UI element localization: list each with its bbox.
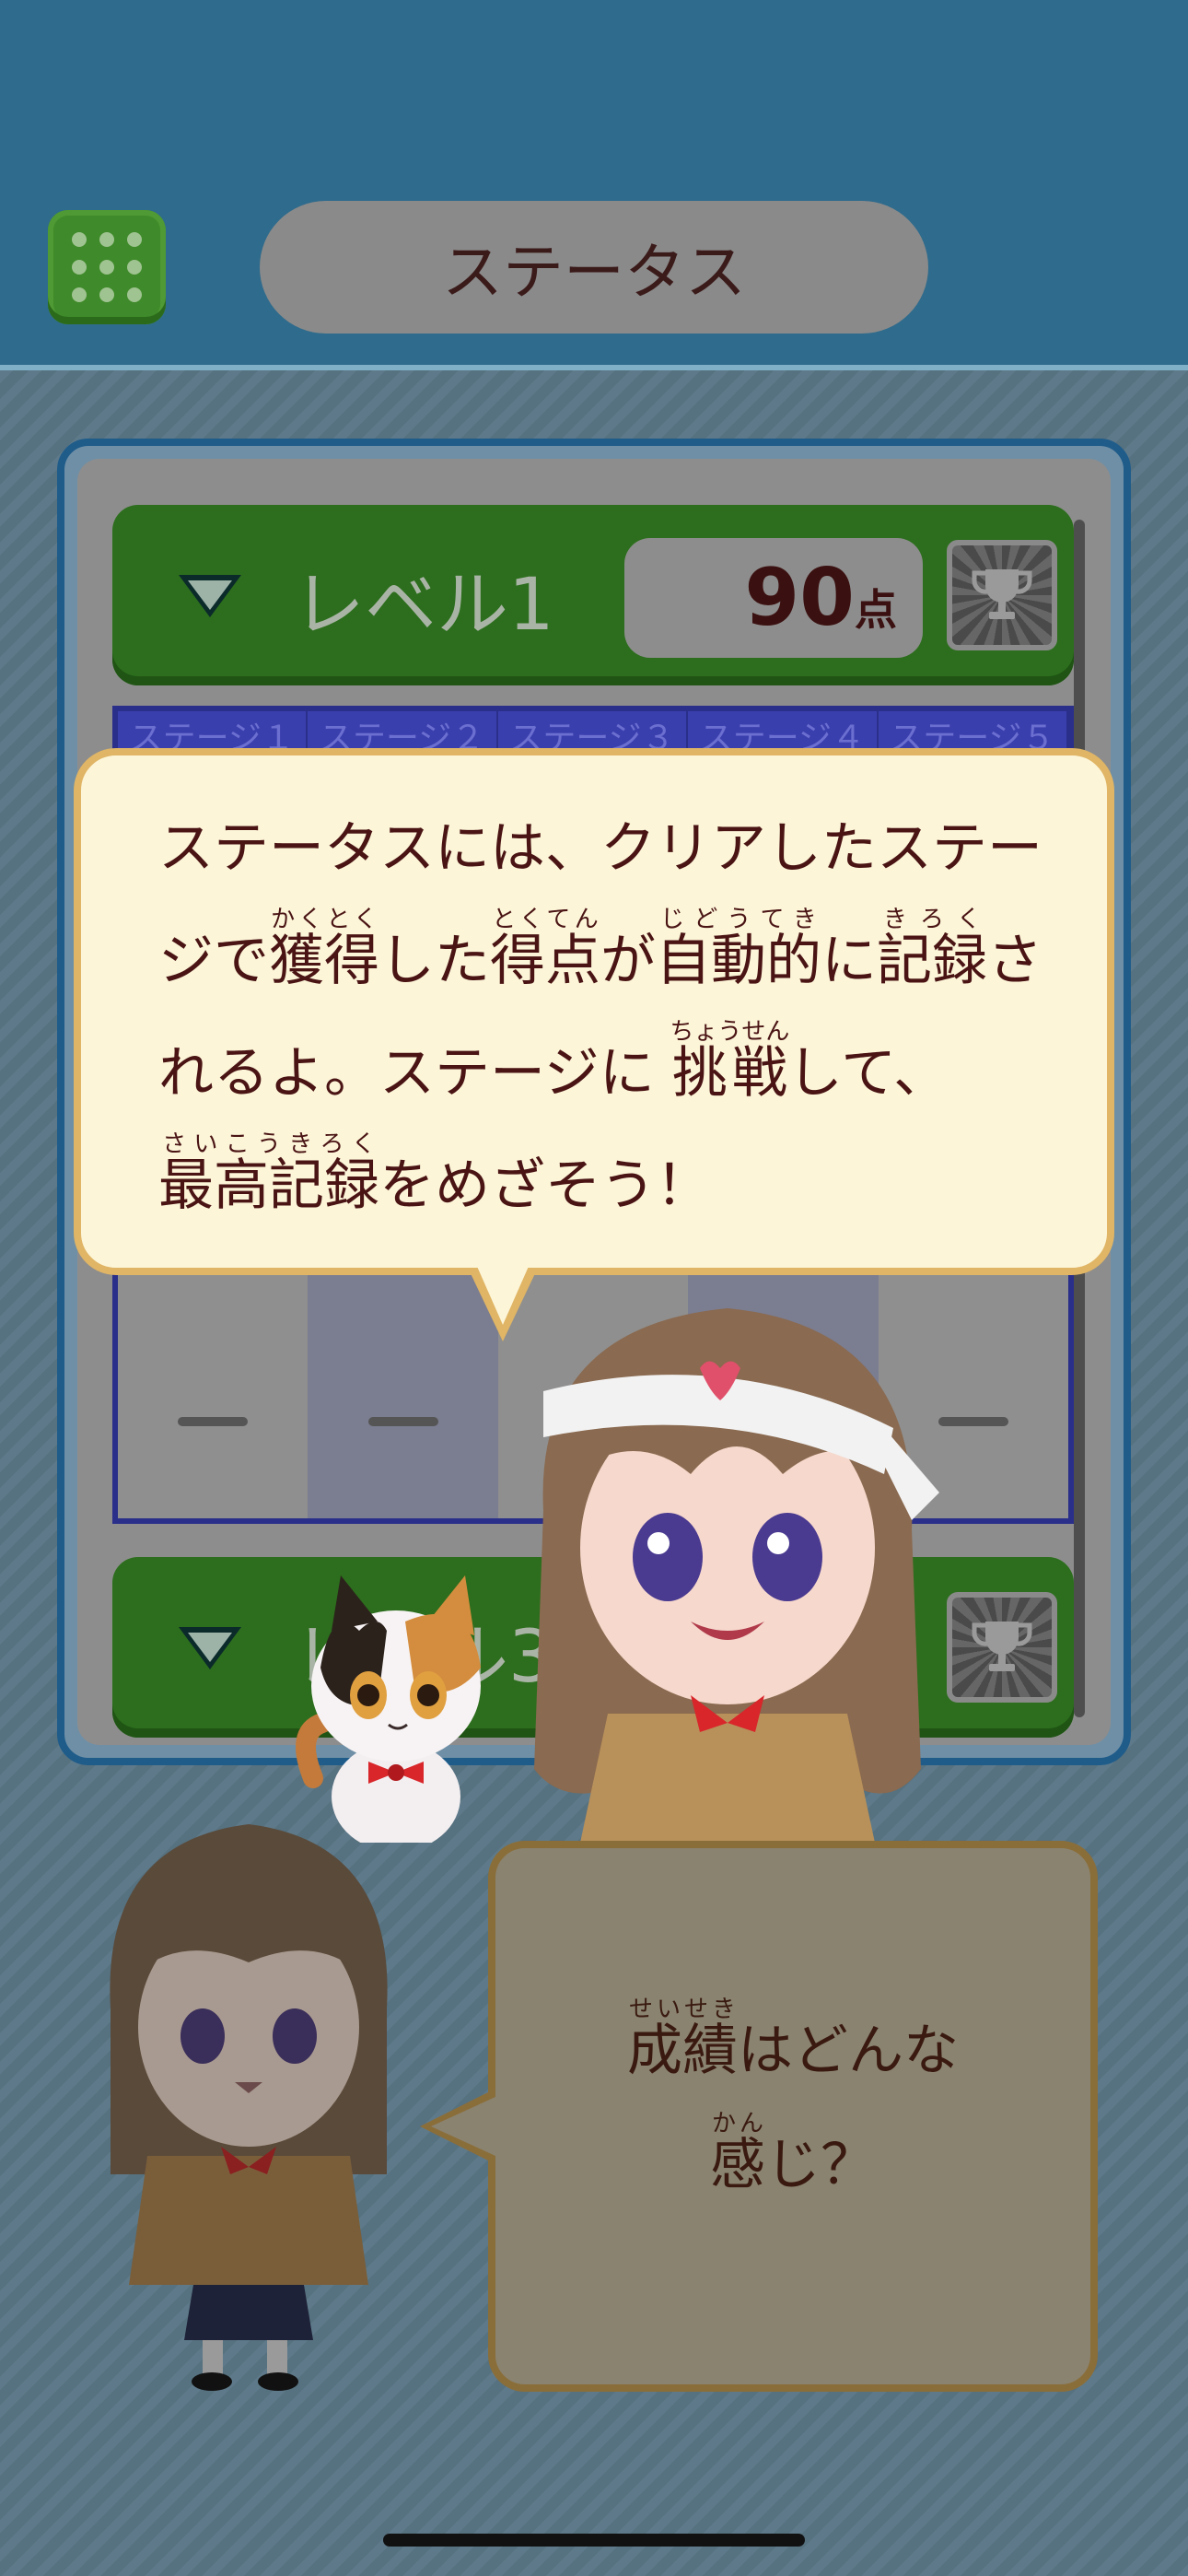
guide-line-3: れるよ。ステージに 挑戦ちょうせんして、 [158,1018,949,1106]
level-1-header[interactable]: レベル1 90 点 [112,505,1074,685]
guide-line-2: ジで獲得かくとくした得点とくてんが自動的じどうてきに記録きろくさ [158,906,1042,993]
cat-character-illustration [296,1575,481,1843]
page-title: ステータス [260,201,928,334]
question-line-2: 感かんじ？ [710,2110,876,2197]
question-speech-bubble: 成績せいせきはどんな 感かんじ？ [488,1841,1098,2392]
girl-character-illustration [110,1824,388,2391]
guide-bubble-tail-fill [475,1262,530,1325]
trophy-button[interactable] [947,540,1057,650]
level-1-label: レベル1 [293,564,554,647]
guide-speech-bubble[interactable]: ステータスには、クリアしたステー ジで獲得かくとくした得点とくてんが自動的じどう… [74,748,1114,1275]
guide-line-4: 最高記録さいこうきろくをめざそう！ [158,1130,711,1218]
score-value: 90 [744,552,855,644]
stage-1-score-empty [178,1417,249,1426]
guide-line-1: ステータスには、クリアしたステー [158,816,1042,881]
score-unit: 点 [855,585,897,635]
stage-2-score-empty [367,1417,438,1426]
menu-button[interactable] [48,210,166,324]
question-line-1: 成績せいせきはどんな [627,1996,959,2083]
trophy-icon [972,569,1032,619]
grid-menu-icon [72,232,142,302]
girl-headband-character-illustration [534,1308,939,1843]
trophy-icon [972,1622,1032,1671]
home-indicator[interactable] [383,2534,805,2547]
question-bubble-tail-fill [431,2097,495,2156]
level-1-score: 90 点 [624,538,923,658]
